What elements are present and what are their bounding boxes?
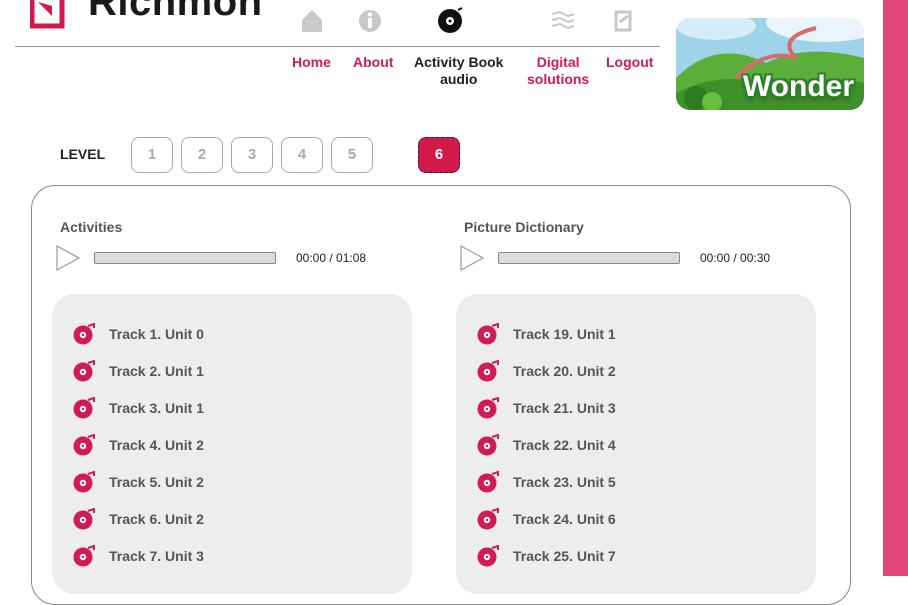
activities-progress-bar[interactable]: [94, 252, 276, 264]
track-label: Track 25. Unit 7: [513, 548, 616, 564]
richmond-logo[interactable]: Richmond: [30, 0, 260, 40]
nav-activity-book-audio[interactable]: Activity Book audio: [414, 54, 503, 88]
digital-solutions-icon[interactable]: [548, 6, 576, 34]
nav-home[interactable]: Home: [292, 54, 331, 71]
richmond-logo-mark-icon: [30, 0, 65, 29]
activities-play-icon[interactable]: [55, 245, 81, 271]
audio-cd-track-icon: [477, 360, 499, 382]
logout-icon[interactable]: [610, 6, 638, 34]
nav-activity-book-label-line2: audio: [440, 71, 478, 87]
nav-digital-solutions[interactable]: Digital solutions: [527, 54, 589, 88]
track-label: Track 5. Unit 2: [109, 474, 204, 490]
nav-about[interactable]: About: [353, 54, 393, 71]
track-label: Track 6. Unit 2: [109, 511, 204, 527]
wonder-title: Wonder: [742, 70, 854, 103]
audio-cd-track-icon: [73, 471, 95, 493]
right-accent-bar: [883, 0, 908, 576]
level-label: LEVEL: [60, 146, 106, 162]
audio-cd-track-icon: [73, 508, 95, 530]
audio-cd-track-icon: [477, 508, 499, 530]
audio-cd-track-icon: [477, 471, 499, 493]
nav-about-label: About: [353, 54, 394, 70]
nav-logout[interactable]: Logout: [606, 54, 653, 71]
level-button-2[interactable]: 2: [181, 137, 223, 173]
nav-logout-label: Logout: [606, 54, 654, 70]
track-label: Track 24. Unit 6: [513, 511, 616, 527]
picture-dictionary-title: Picture Dictionary: [464, 219, 584, 235]
dictionary-time: 00:00 / 00:30: [700, 251, 771, 265]
nav-digital-label: Digital: [536, 54, 580, 70]
home-icon[interactable]: [298, 6, 326, 34]
audio-cd-track-icon: [477, 397, 499, 419]
audio-cd-track-icon: [477, 434, 499, 456]
about-info-icon[interactable]: [356, 6, 384, 34]
header-divider: [15, 46, 660, 47]
dictionary-progress-bar[interactable]: [498, 252, 680, 264]
track-label: Track 20. Unit 2: [513, 363, 616, 379]
logo-text: Richmond: [88, 0, 260, 24]
level-button-5[interactable]: 5: [331, 137, 373, 173]
audio-cd-track-icon: [73, 323, 95, 345]
track-label: Track 19. Unit 1: [513, 326, 616, 342]
dictionary-play-icon[interactable]: [459, 245, 485, 271]
audio-cd-track-icon: [73, 360, 95, 382]
audio-cd-track-icon: [73, 545, 95, 567]
level-button-6[interactable]: 6: [418, 137, 460, 173]
wonder-course-badge[interactable]: Wonder: [676, 18, 864, 110]
audio-cd-track-icon: [73, 397, 95, 419]
track-label: Track 23. Unit 5: [513, 474, 616, 490]
level-button-4[interactable]: 4: [281, 137, 323, 173]
activities-time: 00:00 / 01:08: [296, 251, 367, 265]
track-label: Track 1. Unit 0: [109, 326, 204, 342]
activities-title: Activities: [60, 219, 123, 235]
track-label: Track 2. Unit 1: [109, 363, 204, 379]
activities-track-list: Track 1. Unit 0 Track 2. Unit 1 Track 3. U…: [52, 294, 412, 594]
nav-home-label: Home: [292, 54, 331, 70]
level-button-1[interactable]: 1: [131, 137, 173, 173]
track-label: Track 22. Unit 4: [513, 437, 616, 453]
audio-cd-icon[interactable]: [436, 6, 464, 34]
nav-activity-book-label: Activity Book: [414, 54, 504, 70]
track-label: Track 21. Unit 3: [513, 400, 616, 416]
track-label: Track 3. Unit 1: [109, 400, 204, 416]
audio-cd-track-icon: [73, 434, 95, 456]
level-button-3[interactable]: 3: [231, 137, 273, 173]
track-label: Track 7. Unit 3: [109, 548, 204, 564]
audio-cd-track-icon: [477, 323, 499, 345]
nav-digital-label-line2: solutions: [527, 71, 590, 87]
audio-cd-track-icon: [477, 545, 499, 567]
track-label: Track 4. Unit 2: [109, 437, 204, 453]
dictionary-track-list: Track 19. Unit 1 Track 20. Unit 2 Track 21…: [456, 294, 816, 594]
